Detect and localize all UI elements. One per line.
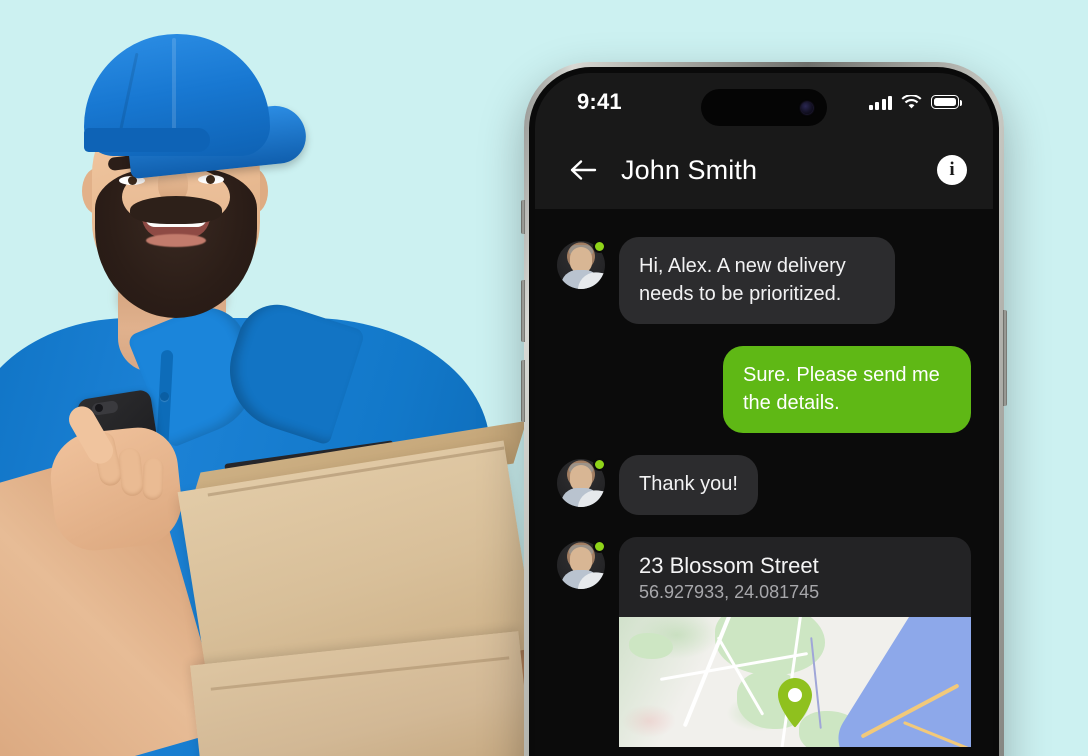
pupil-right <box>206 175 215 184</box>
avatar[interactable] <box>557 539 606 589</box>
mute-switch-button[interactable] <box>521 200 525 234</box>
online-status-indicator <box>593 539 606 553</box>
smartphone-mockup: 9:41 John Smith i Hi, Alex. A new delive… <box>521 62 1007 756</box>
info-circle-icon[interactable]: i <box>937 155 967 185</box>
chat-row-outgoing: Sure. Please send me the details. <box>557 346 971 434</box>
shirt-button <box>160 392 169 401</box>
chat-header: John Smith i <box>535 131 993 209</box>
volume-up-button[interactable] <box>521 280 525 342</box>
courier-illustration <box>0 0 540 756</box>
chat-row-location-card: 23 Blossom Street 56.927933, 24.081745 <box>557 536 971 747</box>
chat-row-incoming: Hi, Alex. A new delivery needs to be pri… <box>557 237 971 325</box>
map-pin-icon <box>775 677 815 729</box>
power-button[interactable] <box>1003 310 1007 406</box>
page-title: John Smith <box>621 154 758 185</box>
avatar[interactable] <box>557 240 606 289</box>
smartphone-camera-lens <box>95 404 103 412</box>
battery-full-icon <box>931 95 962 109</box>
address-title: 23 Blossom Street <box>639 552 819 578</box>
avatar[interactable] <box>557 458 606 508</box>
address-coordinates: 56.927933, 24.081745 <box>639 581 820 602</box>
status-indicators <box>868 94 962 110</box>
front-camera-icon <box>801 101 813 114</box>
finger <box>142 457 164 501</box>
arrow-left-icon[interactable] <box>569 155 599 185</box>
signal-bars-icon <box>868 95 892 110</box>
screenshot-canvas: 9:41 John Smith i Hi, Alex. A new delive… <box>0 0 1088 756</box>
location-card[interactable]: 23 Blossom Street 56.927933, 24.081745 <box>619 536 971 747</box>
message-bubble[interactable]: Thank you! <box>619 455 758 515</box>
chat-row-incoming: Thank you! <box>557 455 971 515</box>
lower-lip <box>146 234 206 247</box>
status-time: 9:41 <box>577 89 622 114</box>
wifi-icon <box>901 94 922 108</box>
message-bubble[interactable]: Hi, Alex. A new delivery needs to be pri… <box>619 237 895 325</box>
hand-left <box>46 423 186 555</box>
online-status-indicator <box>593 240 606 253</box>
message-bubble[interactable]: Sure. Please send me the details. <box>723 346 971 434</box>
phone-screen: 9:41 John Smith i Hi, Alex. A new delive… <box>535 73 993 756</box>
volume-down-button[interactable] <box>521 360 525 422</box>
location-card-header: 23 Blossom Street 56.927933, 24.081745 <box>619 537 971 617</box>
mustache <box>130 196 222 224</box>
online-status-indicator <box>593 458 606 472</box>
cap-band <box>84 128 210 152</box>
dynamic-island <box>701 89 827 126</box>
chat-message-list[interactable]: Hi, Alex. A new delivery needs to be pri… <box>535 209 993 756</box>
map-preview[interactable] <box>619 616 971 747</box>
